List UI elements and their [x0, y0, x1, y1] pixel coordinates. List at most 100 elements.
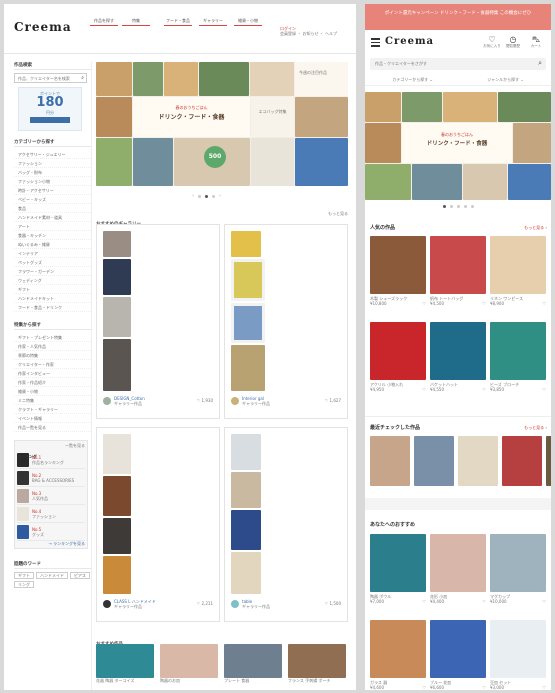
product-card[interactable]: 帆布 トートバッグ ¥4,500 ♡: [430, 236, 486, 306]
event-item[interactable]: 作家・人気作品: [14, 342, 91, 351]
category-item[interactable]: 食品: [14, 204, 91, 213]
category-item[interactable]: ハンドメイド素材・道具: [14, 213, 91, 222]
product-card[interactable]: ブルー 花皿 ¥6,600 ♡: [430, 620, 486, 690]
mobile-hero-carousel[interactable]: 春のおうちごはん ドリンク・フード・食器: [365, 92, 551, 200]
gallery-card[interactable]: DESIGN_Cotton ギャラリー作品 ♡ 1,930: [96, 224, 220, 419]
product-card[interactable]: アクリル 小物入れ ¥4,950 ♡: [370, 322, 426, 392]
product-card[interactable]: 豆皿 セット ¥3,000 ♡: [490, 620, 546, 690]
category-item[interactable]: フラワー・ガーデン: [14, 267, 91, 276]
heart-icon[interactable]: ♡: [542, 387, 546, 392]
carousel-dot[interactable]: [205, 194, 208, 198]
nav-item[interactable]: 特集: [122, 18, 150, 34]
recent-item[interactable]: [414, 436, 454, 486]
genre-filter[interactable]: ジャンルから探す ⌄: [487, 77, 523, 82]
carousel-dot[interactable]: [443, 205, 446, 208]
campaign-banner[interactable]: ポイント還元キャンペーン ドリンク・フード・食器特集 この機会にぜひ: [365, 4, 551, 30]
heart-icon[interactable]: ♡: [542, 301, 546, 306]
keyword-tag[interactable]: ハンドメイド: [36, 572, 68, 579]
hero-carousel[interactable]: 春のおうちごはん ドリンク・フード・食器 500 エコバッグ特集 今週の注目作品: [96, 62, 348, 186]
product-card[interactable]: ガラス 器 ¥4,600 ♡: [370, 620, 426, 690]
mobile-search-input[interactable]: 作品・クリエイターをさがす ⌕: [370, 58, 546, 70]
event-item[interactable]: ギフト・プレゼント特集: [14, 333, 91, 342]
category-item[interactable]: ファッション: [14, 159, 91, 168]
heart-icon[interactable]: ♡: [482, 685, 486, 690]
category-item[interactable]: バッグ・財布: [14, 168, 91, 177]
category-item[interactable]: ファッション小物: [14, 177, 91, 186]
sidebar-promo-banner[interactable]: ポイントで 180 円分: [18, 87, 82, 131]
event-item[interactable]: イベント情報: [14, 414, 91, 423]
ranking-item[interactable]: No.3 人気作品: [17, 487, 85, 505]
product-card[interactable]: 木製 シューズラック ¥10,800 ♡: [370, 236, 426, 306]
avatar[interactable]: [103, 600, 111, 608]
avatar[interactable]: [103, 397, 111, 405]
ranking-more-link[interactable]: 一覧を見る: [65, 443, 85, 448]
prev-arrow-icon[interactable]: ‹: [192, 193, 194, 199]
heart-icon[interactable]: ♡: [542, 599, 546, 604]
product-card[interactable]: 花形 小皿 ¥4,400 ♡: [430, 534, 486, 604]
carousel-dot[interactable]: [457, 205, 460, 208]
category-item[interactable]: フード・食品・ドリンク: [14, 303, 91, 312]
event-item[interactable]: 雑貨・小物: [14, 387, 91, 396]
cart-button[interactable]: ⛍ カート: [527, 35, 545, 49]
heart-icon[interactable]: ♡: [422, 685, 426, 690]
favorites-button[interactable]: ♡ お気に入り: [483, 35, 501, 49]
product-card[interactable]: 花器 陶器 ターコイズ: [96, 644, 154, 683]
gallery-more-link[interactable]: もっと見る: [328, 211, 348, 216]
favorite-count[interactable]: ♡ 1,500: [325, 601, 341, 606]
heart-icon[interactable]: ♡: [422, 301, 426, 306]
category-item[interactable]: アート: [14, 222, 91, 231]
favorite-count[interactable]: ♡ 1,627: [325, 398, 341, 403]
search-icon[interactable]: ⌕: [81, 75, 84, 81]
product-card[interactable]: フランス 手刺繍 ポーチ: [288, 644, 346, 683]
next-arrow-icon[interactable]: ›: [219, 193, 221, 199]
product-card[interactable]: リネン ワンピース ¥8,900 ♡: [490, 236, 546, 306]
event-item[interactable]: 作家インタビュー: [14, 369, 91, 378]
event-item[interactable]: クリエイター・作家: [14, 360, 91, 369]
product-card[interactable]: プレート 食器: [224, 644, 282, 683]
favorite-count[interactable]: ♡ 1,930: [197, 398, 213, 403]
event-item[interactable]: 作品一覧を見る: [14, 423, 91, 432]
event-item[interactable]: 作家・作品紹介: [14, 378, 91, 387]
category-item[interactable]: ウェディング: [14, 276, 91, 285]
heart-icon[interactable]: ♡: [422, 387, 426, 392]
ranking-item[interactable]: No.2 BAG & ACCESSORIES: [17, 469, 85, 487]
history-button[interactable]: ◷ 閲覧履歴: [503, 35, 523, 49]
carousel-dot[interactable]: [450, 205, 453, 208]
nav-item[interactable]: 雑貨・小物: [234, 18, 262, 34]
category-item[interactable]: ぬいぐるみ・雑貨: [14, 240, 91, 249]
gallery-card[interactable]: table ギャラリー作品 ♡ 1,500: [224, 427, 348, 622]
recent-item[interactable]: [370, 436, 410, 486]
category-item[interactable]: アクセサリー・ジュエリー: [14, 150, 91, 159]
carousel-dot[interactable]: [464, 205, 467, 208]
heart-icon[interactable]: ♡: [482, 387, 486, 392]
category-item[interactable]: ペットグッズ: [14, 258, 91, 267]
ranking-item[interactable]: No.4 ファッション: [17, 505, 85, 523]
creema-logo[interactable]: Creema: [385, 36, 434, 47]
avatar[interactable]: [231, 600, 239, 608]
nav-item[interactable]: 作品を探す: [90, 18, 118, 34]
recent-more-link[interactable]: もっと見る ›: [524, 425, 547, 430]
search-icon[interactable]: ⌕: [538, 59, 542, 68]
gallery-card[interactable]: Interior gal ギャラリー作品 ♡ 1,627: [224, 224, 348, 419]
category-item[interactable]: 時計・アクセサリー: [14, 186, 91, 195]
promo-button[interactable]: [30, 117, 70, 123]
product-card[interactable]: ビーズ ブローチ ¥3,850 ♡: [490, 322, 546, 392]
category-filter[interactable]: カテゴリーから探す ⌄: [392, 77, 433, 82]
favorite-count[interactable]: ♡ 2,211: [197, 601, 213, 606]
keyword-tag[interactable]: リング: [14, 581, 34, 588]
popular-more-link[interactable]: もっと見る ›: [524, 225, 547, 230]
nav-item[interactable]: フード・食品: [164, 18, 192, 34]
heart-icon[interactable]: ♡: [542, 685, 546, 690]
keyword-tag[interactable]: ギフト: [14, 572, 34, 579]
product-card[interactable]: マグカップ ¥10,000 ♡: [490, 534, 546, 604]
carousel-dot[interactable]: [471, 205, 474, 208]
product-card[interactable]: 陶器 ボウル ¥7,000 ♡: [370, 534, 426, 604]
gallery-card[interactable]: CLASS L ハンドメイド ギャラリー作品 ♡ 2,211: [96, 427, 220, 622]
heart-icon[interactable]: ♡: [422, 599, 426, 604]
event-item[interactable]: ミニ特集: [14, 396, 91, 405]
recent-item[interactable]: [502, 436, 542, 486]
header-account-links[interactable]: ログイン 会員登録 ・ お知らせ ・ ヘルプ: [280, 26, 350, 36]
heart-icon[interactable]: ♡: [482, 599, 486, 604]
event-item[interactable]: 季節の特集: [14, 351, 91, 360]
hamburger-menu-icon[interactable]: [371, 38, 380, 47]
